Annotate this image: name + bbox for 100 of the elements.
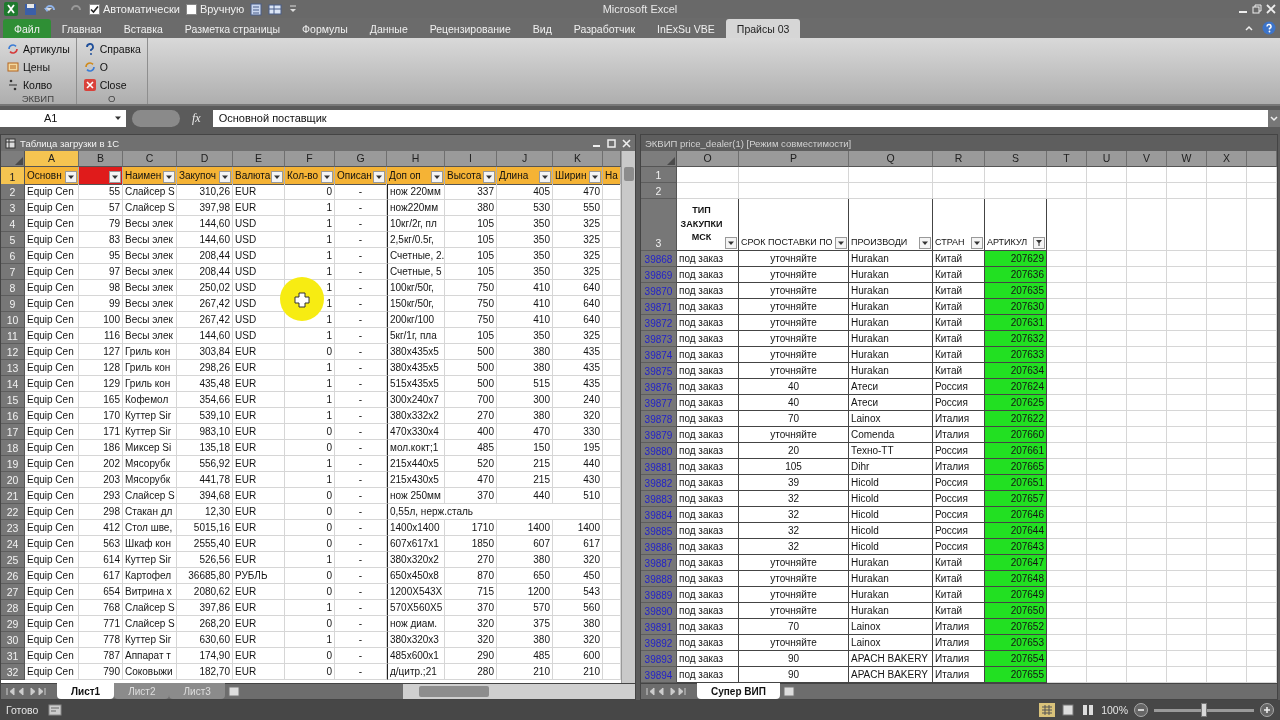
ribbon-tab[interactable]: Файл [3, 19, 51, 38]
ribbon-tab[interactable]: Разработчик [562, 19, 647, 38]
row-header[interactable]: 39869 [641, 267, 677, 283]
row-header[interactable]: 12 [1, 344, 25, 360]
row-header[interactable]: 25 [1, 552, 25, 568]
row-header[interactable]: 28 [1, 600, 25, 616]
row-header[interactable]: 13 [1, 360, 25, 376]
page-break-icon[interactable] [1081, 703, 1096, 717]
row-header[interactable]: 39870 [641, 283, 677, 299]
row-header[interactable]: 2 [641, 183, 677, 199]
row-header[interactable]: 39892 [641, 635, 677, 651]
chevron-down-icon[interactable] [1268, 109, 1280, 127]
row-header[interactable]: 3 [1, 200, 25, 216]
row-header[interactable]: 17 [1, 424, 25, 440]
column-header[interactable]: E [233, 151, 285, 167]
slider-thumb[interactable] [1201, 703, 1207, 717]
help-icon[interactable] [1262, 21, 1276, 35]
column-header[interactable]: J [497, 151, 553, 167]
row-header[interactable]: 39873 [641, 331, 677, 347]
row-header[interactable]: 18 [1, 440, 25, 456]
ribbon-tab[interactable]: Рецензирование [418, 19, 522, 38]
ribbon-tab[interactable]: Прайсы 03 [725, 19, 801, 38]
row-header[interactable]: 10 [1, 312, 25, 328]
row-header[interactable]: 29 [1, 616, 25, 632]
column-header[interactable]: C [123, 151, 177, 167]
column-header[interactable]: V [1127, 151, 1167, 167]
column-header[interactable]: D [177, 151, 233, 167]
row-header[interactable]: 22 [1, 504, 25, 520]
ribbon-tab[interactable]: Вид [521, 19, 563, 38]
sheet-tab[interactable]: Лист1 [57, 683, 115, 699]
row-header[interactable]: 39875 [641, 363, 677, 379]
row-header[interactable]: 39890 [641, 603, 677, 619]
ribbon-tab[interactable]: Данные [358, 19, 419, 38]
row-header[interactable]: 39885 [641, 523, 677, 539]
column-header[interactable]: P [739, 151, 849, 167]
chevron-up-icon[interactable] [1244, 23, 1254, 33]
checkbox[interactable] [185, 3, 197, 15]
column-header[interactable]: O [677, 151, 739, 167]
ribbon-tab[interactable]: Вставка [112, 19, 174, 38]
normal-view-icon[interactable] [1039, 703, 1056, 717]
column-header[interactable]: F [285, 151, 335, 167]
name-box[interactable]: A1 [0, 109, 126, 127]
close-icon[interactable] [622, 138, 631, 148]
close-icon[interactable] [1266, 4, 1276, 14]
column-header[interactable]: I [445, 151, 497, 167]
row-header[interactable]: 32 [1, 664, 25, 680]
filter-button[interactable] [835, 237, 847, 249]
filter-button[interactable] [539, 171, 551, 183]
ribbon-button[interactable]: Справка [80, 40, 143, 57]
formula-field[interactable]: Основной поставщик [212, 109, 1280, 127]
row-header[interactable]: 39881 [641, 459, 677, 475]
row-header[interactable]: 39882 [641, 475, 677, 491]
column-header[interactable]: G [335, 151, 387, 167]
row-header[interactable]: 4 [1, 216, 25, 232]
filter-button[interactable] [271, 171, 284, 183]
row-header[interactable]: 21 [1, 488, 25, 504]
row-header[interactable]: 39894 [641, 667, 677, 683]
column-header[interactable]: U [1087, 151, 1127, 167]
column-header[interactable]: X [1207, 151, 1247, 167]
save-icon[interactable] [24, 2, 37, 16]
row-header[interactable]: 7 [1, 264, 25, 280]
row-header[interactable]: 39868 [641, 251, 677, 267]
calculator-icon[interactable] [250, 2, 263, 16]
row-header[interactable]: 39877 [641, 395, 677, 411]
filter-button[interactable] [163, 171, 175, 183]
sheet-tab[interactable]: Супер ВИП [697, 683, 780, 699]
column-header[interactable]: H [387, 151, 445, 167]
column-header[interactable]: A [25, 151, 79, 167]
ribbon-tab[interactable]: Главная [50, 19, 113, 38]
row-header[interactable]: 39883 [641, 491, 677, 507]
row-header[interactable]: 39871 [641, 299, 677, 315]
row-header[interactable]: 16 [1, 408, 25, 424]
row-header[interactable]: 2 [1, 184, 25, 200]
ribbon-button[interactable]: Close [80, 76, 143, 93]
row-header[interactable]: 1 [1, 167, 25, 185]
row-header[interactable]: 39888 [641, 571, 677, 587]
zoom-level[interactable]: 100% [1101, 704, 1128, 716]
filter-button[interactable] [219, 171, 231, 183]
filter-button[interactable] [65, 171, 77, 183]
row-header[interactable]: 39893 [641, 651, 677, 667]
column-header[interactable]: S [985, 151, 1047, 167]
sheet-tab[interactable]: Лист2 [114, 683, 170, 699]
row-header[interactable]: 39887 [641, 555, 677, 571]
ribbon-button[interactable]: Артикулы [4, 40, 72, 57]
row-header[interactable]: 15 [1, 392, 25, 408]
checkbox[interactable] [89, 3, 100, 15]
row-header[interactable]: 39880 [641, 443, 677, 459]
filter-button[interactable] [971, 237, 983, 249]
row-header[interactable]: 8 [1, 280, 25, 296]
sheet-tab[interactable]: Лист3 [169, 683, 225, 699]
ribbon-button[interactable]: Цены [4, 58, 72, 75]
ribbon-button[interactable]: Колво [4, 76, 72, 93]
row-header[interactable]: 1 [641, 167, 677, 183]
restore-icon[interactable] [1252, 4, 1262, 14]
row-header[interactable]: 27 [1, 584, 25, 600]
row-header[interactable]: 23 [1, 520, 25, 536]
column-header[interactable]: W [1167, 151, 1207, 167]
filter-button[interactable] [373, 171, 385, 183]
row-header[interactable]: 39884 [641, 507, 677, 523]
ribbon-button[interactable]: О [80, 58, 143, 75]
